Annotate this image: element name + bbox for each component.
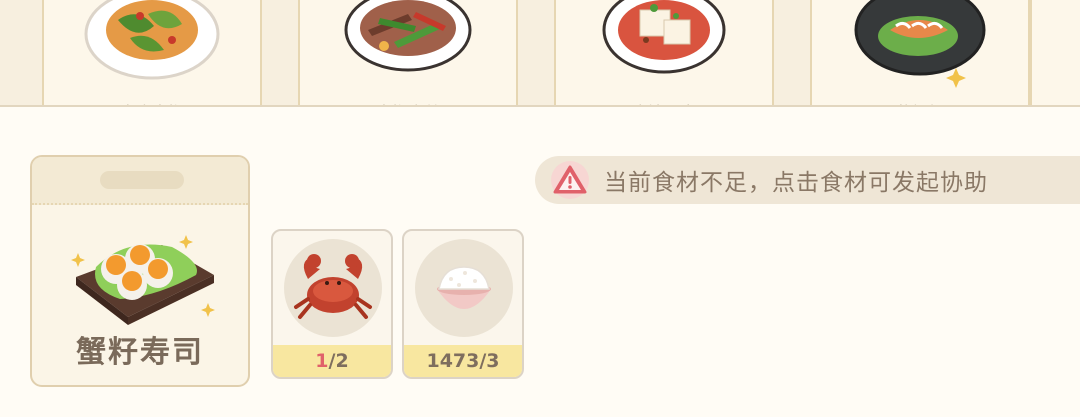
ingredient-have: 1473 [426,350,480,372]
pepper-pork-dish-icon [344,0,472,72]
ingredient-count: 1/2 [273,345,391,377]
ingredient-rice[interactable]: 1473/3 [402,229,524,379]
recipe-name: 蟹籽寿司 [76,335,204,370]
notice-text: 当前食材不足，点击食材可发起协助 [604,170,988,196]
dish-label: 麻婆豆腐 [556,99,772,105]
ingredient-crab[interactable]: 1/2 [271,229,393,379]
roe-sushi-icon [71,235,215,325]
dish-strip: 虎皮青椒 青椒肉丝 麻婆豆腐 [0,0,1080,107]
recipe-card-header [32,157,248,205]
dish-card-1[interactable]: 虎皮青椒 [42,0,262,105]
pepper-dish-icon [84,0,220,80]
recipe-card-tag [100,171,184,189]
ingredient-count: 1473/3 [404,345,522,377]
shrimp-dish-icon [854,0,986,88]
ingredient-icon-bg [284,239,382,337]
insufficient-ingredients-notice: 当前食材不足，点击食材可发起协助 [535,156,1080,204]
rice-bowl-icon [437,266,491,309]
dish-card-2[interactable]: 青椒肉丝 [298,0,518,105]
tofu-dish-icon [602,0,726,74]
ingredient-need: /2 [328,350,349,372]
dish-label: 虎皮青椒 [44,99,260,105]
warning-icon [551,161,589,199]
ingredient-icon-bg [415,239,513,337]
dish-label: 青椒肉丝 [300,99,516,105]
ingredient-need: /3 [479,350,500,372]
recipe-card[interactable]: 蟹籽寿司 [30,155,250,387]
dish-card-5[interactable] [1030,0,1080,105]
dish-card-3[interactable]: 麻婆豆腐 [554,0,774,105]
ingredient-have: 1 [315,350,329,372]
crab-icon [294,254,372,319]
dish-label: 盐焗虾 [812,99,1028,105]
dish-card-4[interactable]: 盐焗虾 [810,0,1030,105]
